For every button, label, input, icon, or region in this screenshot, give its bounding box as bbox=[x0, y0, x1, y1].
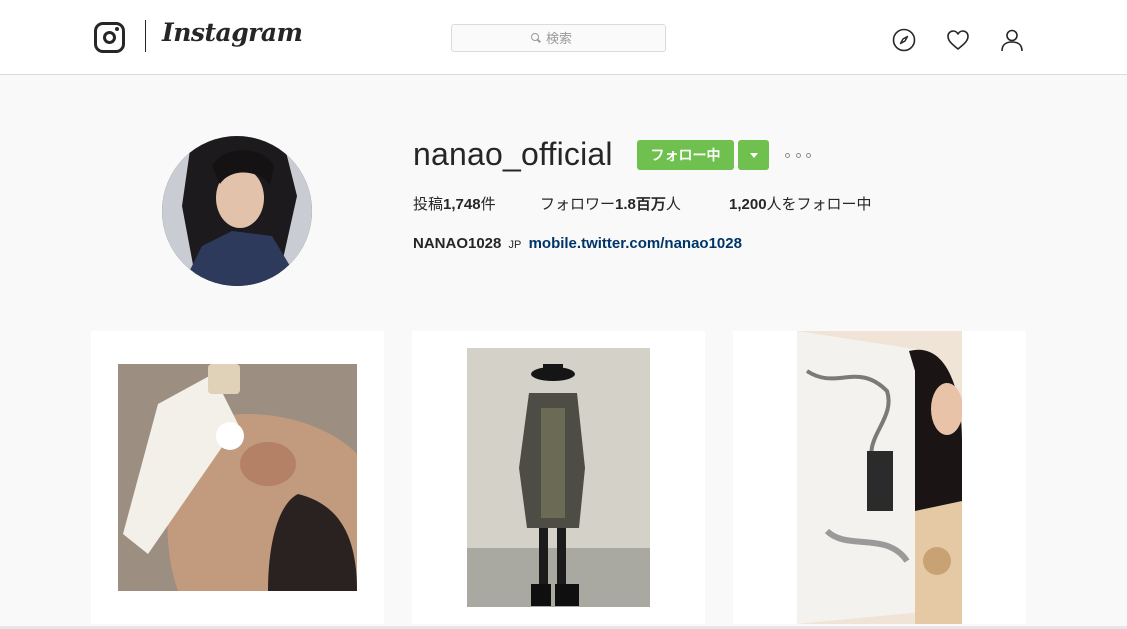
post-photo bbox=[118, 364, 357, 591]
external-link[interactable]: mobile.twitter.com/nanao1028 bbox=[529, 235, 742, 252]
search-box[interactable] bbox=[451, 24, 666, 52]
more-options-button[interactable] bbox=[785, 150, 811, 160]
logo-divider bbox=[145, 20, 146, 52]
ellipsis-dot-icon bbox=[806, 152, 811, 158]
follow-options-button[interactable] bbox=[738, 140, 769, 170]
search-input[interactable] bbox=[546, 30, 586, 46]
person-icon[interactable] bbox=[1000, 28, 1024, 52]
search-icon bbox=[531, 33, 541, 43]
heart-icon[interactable] bbox=[946, 28, 970, 52]
posts-count: 投稿1,748件 bbox=[413, 196, 496, 213]
following-count[interactable]: 1,200人をフォロー中 bbox=[729, 193, 872, 214]
post-tile[interactable] bbox=[733, 331, 1026, 624]
top-nav: Instagram bbox=[0, 0, 1127, 75]
post-tile[interactable] bbox=[412, 331, 705, 624]
caret-down-icon bbox=[749, 152, 758, 158]
post-photo bbox=[797, 331, 962, 624]
instagram-wordmark[interactable]: Instagram bbox=[162, 18, 303, 47]
ellipsis-dot-icon bbox=[795, 152, 801, 158]
full-name: NANAO1028 bbox=[413, 235, 502, 252]
compass-icon[interactable] bbox=[892, 28, 916, 52]
profile-bio: NANAO1028 JP mobile.twitter.com/nanao102… bbox=[413, 235, 742, 252]
following-button[interactable]: フォロー中 bbox=[637, 140, 734, 170]
video-camera-icon bbox=[982, 344, 1016, 364]
instagram-camera-icon[interactable] bbox=[94, 22, 125, 53]
post-tile[interactable] bbox=[91, 331, 384, 624]
avatar[interactable] bbox=[162, 136, 312, 286]
bio-tag: JP bbox=[508, 239, 522, 251]
profile-username: nanao_official bbox=[413, 136, 613, 172]
ellipsis-dot-icon bbox=[785, 152, 790, 158]
followers-count[interactable]: フォロワー1.8百万人 bbox=[540, 193, 681, 214]
avatar-photo bbox=[162, 136, 312, 286]
post-photo bbox=[467, 348, 650, 607]
